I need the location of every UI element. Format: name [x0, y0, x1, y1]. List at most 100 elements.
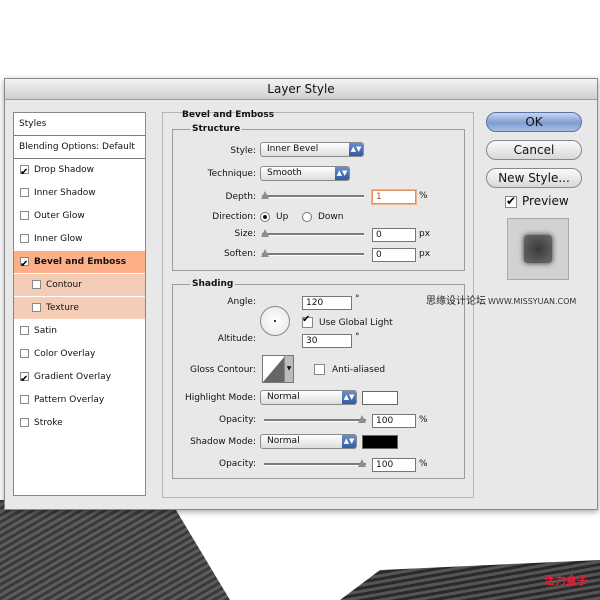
depth-unit: %: [419, 191, 428, 201]
anti-aliased-checkbox[interactable]: [314, 364, 325, 375]
altitude-field[interactable]: 30: [302, 334, 352, 348]
altitude-label: Altitude:: [217, 334, 256, 344]
style-item-color-overlay[interactable]: Color Overlay: [14, 343, 145, 366]
shadow-opacity-label: Opacity:: [219, 459, 256, 469]
style-item-checkbox[interactable]: [20, 162, 29, 184]
style-item-bevel-and-emboss[interactable]: Bevel and Emboss: [14, 251, 145, 276]
dropdown-arrow-icon: ▲▼: [349, 143, 363, 156]
shading-group: [172, 284, 465, 479]
styles-list: Styles Blending Options: Default Drop Sh…: [13, 112, 146, 496]
gloss-contour-picker[interactable]: ▼: [262, 355, 294, 383]
style-item-label: Bevel and Emboss: [34, 257, 127, 267]
style-item-contour[interactable]: Contour: [14, 274, 145, 297]
style-item-label: Texture: [46, 303, 79, 313]
shadow-opacity-slider[interactable]: [264, 458, 366, 470]
style-item-checkbox[interactable]: [32, 303, 41, 312]
slider-thumb[interactable]: [261, 229, 269, 237]
watermark-top: 思缘设计论坛 WWW.MISSYUAN.COM: [426, 292, 576, 307]
highlight-opacity-slider[interactable]: [264, 414, 366, 426]
global-light-checkbox[interactable]: [302, 314, 313, 328]
style-item-checkbox[interactable]: [20, 418, 29, 427]
style-item-checkbox[interactable]: [20, 234, 29, 243]
style-item-checkbox[interactable]: [20, 211, 29, 220]
style-item-checkbox[interactable]: [20, 369, 29, 391]
highlight-mode-value: Normal: [267, 392, 300, 402]
style-item-pattern-overlay[interactable]: Pattern Overlay: [14, 389, 145, 412]
depth-slider[interactable]: [261, 190, 364, 202]
highlight-opacity-field[interactable]: 100: [372, 414, 416, 428]
blending-options-item[interactable]: Blending Options: Default: [14, 136, 145, 159]
highlight-color-swatch[interactable]: [362, 391, 398, 405]
slider-track: [264, 419, 366, 422]
style-item-outer-glow[interactable]: Outer Glow: [14, 205, 145, 228]
dropdown-arrow-icon: ▲▼: [342, 391, 356, 404]
style-item-checkbox[interactable]: [20, 326, 29, 335]
shadow-color-swatch[interactable]: [362, 435, 398, 449]
technique-label: Technique:: [207, 169, 256, 179]
size-slider[interactable]: [261, 228, 364, 240]
blending-options-label: Blending Options: Default: [19, 142, 135, 152]
depth-label: Depth:: [225, 192, 256, 202]
styles-header[interactable]: Styles: [14, 113, 145, 136]
new-style-button[interactable]: New Style...: [486, 168, 582, 188]
technique-dropdown[interactable]: Smooth ▲▼: [260, 166, 350, 181]
styles-header-label: Styles: [19, 119, 47, 129]
style-preview-thumbnail: [507, 218, 569, 280]
ok-button[interactable]: OK: [486, 112, 582, 132]
style-item-label: Pattern Overlay: [34, 395, 105, 405]
preview-checkbox[interactable]: [505, 194, 517, 208]
shadow-mode-value: Normal: [267, 436, 300, 446]
soften-field[interactable]: 0: [372, 248, 416, 262]
style-dropdown-value: Inner Bevel: [267, 144, 319, 154]
style-item-label: Stroke: [34, 418, 63, 428]
style-item-inner-glow[interactable]: Inner Glow: [14, 228, 145, 251]
style-item-label: Inner Glow: [34, 234, 83, 244]
shadow-mode-dropdown[interactable]: Normal ▲▼: [260, 434, 357, 449]
style-item-gradient-overlay[interactable]: Gradient Overlay: [14, 366, 145, 391]
anti-aliased-label: Anti-aliased: [332, 365, 386, 375]
style-item-drop-shadow[interactable]: Drop Shadow: [14, 159, 145, 184]
style-item-label: Color Overlay: [34, 349, 96, 359]
style-item-checkbox[interactable]: [20, 395, 29, 404]
style-item-checkbox[interactable]: [20, 188, 29, 197]
shadow-opacity-unit: %: [419, 459, 428, 469]
watermark-top-url: WWW.MISSYUAN.COM: [488, 297, 577, 306]
style-item-texture[interactable]: Texture: [14, 297, 145, 320]
background-artwork: [0, 500, 600, 600]
shadow-mode-label: Shadow Mode:: [190, 437, 256, 447]
slider-track: [262, 233, 364, 236]
soften-slider[interactable]: [261, 248, 364, 260]
direction-up-radio[interactable]: [260, 212, 270, 222]
cancel-button[interactable]: Cancel: [486, 140, 582, 160]
angle-wheel[interactable]: [260, 306, 290, 336]
highlight-mode-dropdown[interactable]: Normal ▲▼: [260, 390, 357, 405]
highlight-mode-label: Highlight Mode:: [184, 393, 256, 403]
style-item-satin[interactable]: Satin: [14, 320, 145, 343]
angle-field[interactable]: 120: [302, 296, 352, 310]
soften-label: Soften:: [223, 249, 256, 259]
angle-wheel-center: [274, 320, 276, 322]
soften-unit: px: [419, 249, 431, 259]
size-field[interactable]: 0: [372, 228, 416, 242]
direction-label: Direction:: [212, 212, 256, 222]
chevron-down-icon[interactable]: ▼: [284, 356, 293, 382]
direction-down-radio[interactable]: [302, 212, 312, 222]
style-item-checkbox[interactable]: [32, 280, 41, 289]
style-item-checkbox[interactable]: [20, 349, 29, 358]
angle-label: Angle:: [227, 297, 256, 307]
style-item-checkbox[interactable]: [20, 254, 29, 276]
watermark-bottom: 活力盒子: [544, 574, 588, 587]
slider-thumb[interactable]: [261, 249, 269, 257]
artwork-dark-stripe: [0, 500, 230, 600]
shadow-opacity-field[interactable]: 100: [372, 458, 416, 472]
slider-thumb[interactable]: [261, 191, 269, 199]
slider-thumb[interactable]: [358, 459, 366, 467]
style-item-stroke[interactable]: Stroke: [14, 412, 145, 435]
effects-list: Drop Shadow Inner Shadow Outer Glow Inner G…: [14, 159, 145, 435]
style-item-inner-shadow[interactable]: Inner Shadow: [14, 182, 145, 205]
style-dropdown[interactable]: Inner Bevel ▲▼: [260, 142, 364, 157]
depth-field[interactable]: 1: [372, 190, 416, 204]
preview-toggle[interactable]: Preview: [505, 194, 569, 208]
gloss-contour-label: Gloss Contour:: [189, 365, 256, 375]
slider-thumb[interactable]: [358, 415, 366, 423]
